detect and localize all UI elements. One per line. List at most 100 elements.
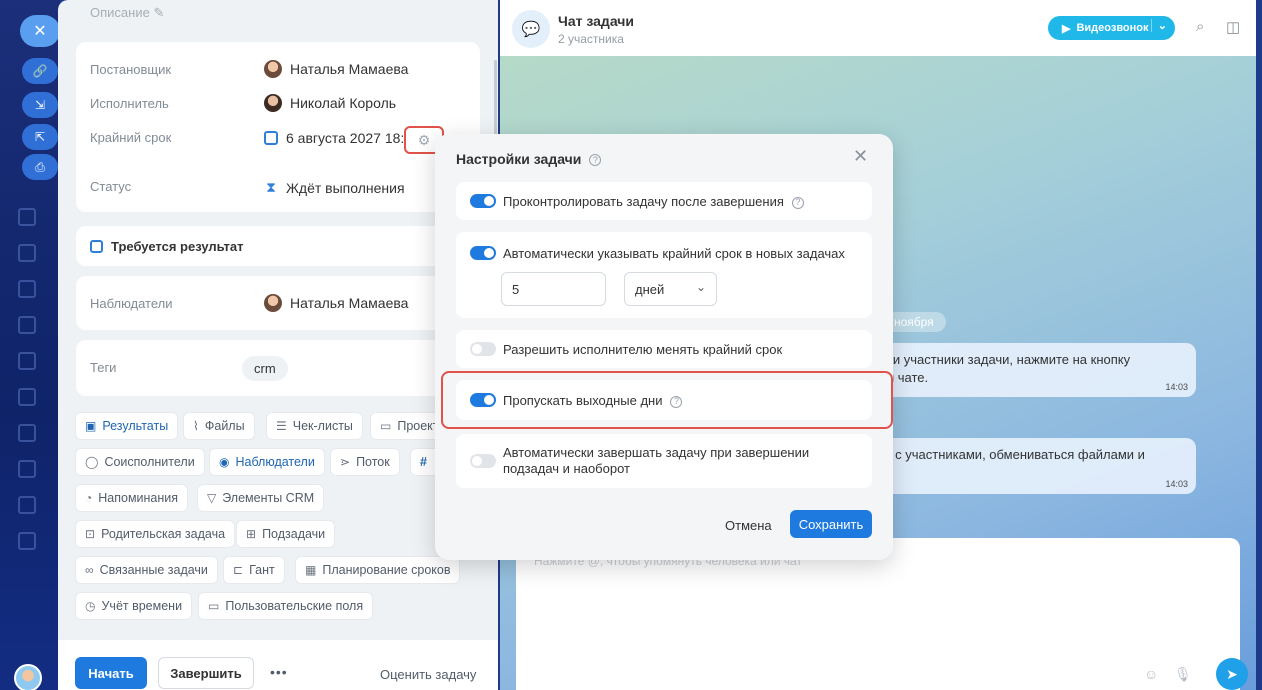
chat-message: ся с участниками, обмениваться файлами и…	[864, 438, 1196, 494]
chip-time-tracking[interactable]: ◷ Учёт времени	[75, 592, 193, 620]
calendar-icon	[264, 131, 278, 145]
tags-label: Теги	[90, 360, 117, 375]
chevron-down-icon[interactable]: ⌄	[1150, 19, 1167, 32]
chip-reminders[interactable]: ◔ Напоминания	[75, 484, 189, 512]
parent-task-icon: ⊡	[85, 527, 96, 541]
hourglass-icon: ⧗	[266, 179, 276, 195]
tags-card: Теги crm	[76, 340, 480, 396]
observer-value[interactable]: Наталья Мамаева	[264, 294, 408, 312]
avatar	[264, 60, 282, 78]
marketing-icon[interactable]	[18, 424, 36, 442]
assignee-value[interactable]: Николай Король	[264, 94, 396, 112]
chevron-down-icon: ⌄	[695, 280, 706, 294]
rate-task-link[interactable]: Оценить задачу	[380, 667, 476, 682]
chip-observers[interactable]: ◉ Наблюдатели	[209, 448, 325, 476]
edit-icon[interactable]	[18, 280, 36, 298]
result-required-card[interactable]: Требуется результат	[76, 226, 480, 266]
send-button[interactable]: ➤	[1216, 658, 1248, 690]
chip-crm[interactable]: ▽ Элементы CRM	[197, 484, 325, 512]
task-footer: Начать Завершить ••• Оценить задачу	[58, 640, 498, 690]
result-required-label: Требуется результат	[111, 238, 244, 254]
contacts-icon[interactable]	[18, 496, 36, 514]
tasks-icon[interactable]	[18, 208, 36, 226]
avatar	[264, 94, 282, 112]
sidebar-toggle-icon[interactable]: ◫	[1226, 18, 1240, 36]
microphone-icon[interactable]: 🎙	[1174, 666, 1192, 683]
mail-icon[interactable]	[18, 244, 36, 262]
flow-icon: ⋗	[340, 455, 351, 469]
planning-icon: ▦	[305, 563, 317, 577]
result-icon	[90, 239, 103, 253]
chip-flow[interactable]: ⋗ Поток	[330, 448, 400, 476]
docs-icon[interactable]	[18, 388, 36, 406]
deadline-amount-input[interactable]: 5	[501, 272, 606, 306]
chip-checklists[interactable]: ☰ Чек-листы	[266, 412, 363, 440]
chat-message: или участники задачи, нажмите на кнопку …	[864, 343, 1196, 397]
fields-icon: ▭	[208, 599, 220, 613]
help-icon[interactable]: ?	[791, 196, 804, 209]
deadline-unit-select[interactable]: дней ⌄	[624, 272, 717, 306]
option-control-after-finish: Проконтролировать задачу после завершени…	[456, 182, 872, 220]
description-label[interactable]: Описание ✎	[90, 5, 164, 21]
emoji-icon[interactable]: ☺	[1144, 666, 1158, 682]
cancel-button[interactable]: Отмена	[725, 518, 772, 533]
toggle-switch[interactable]	[470, 342, 496, 356]
task-panel: Описание ✎ Постановщик Наталья Мамаева И…	[58, 0, 498, 690]
chip-planning[interactable]: ▦ Планирование сроков	[295, 556, 461, 584]
message-composer[interactable]: Нажмите @, чтобы упомянуть человека или …	[516, 538, 1248, 690]
chip-files[interactable]: ⌇ Файлы	[183, 412, 255, 440]
search-icon[interactable]: ⌕	[1196, 18, 1204, 35]
toggle-switch[interactable]	[470, 194, 496, 208]
toggle-switch[interactable]	[470, 246, 496, 260]
highlight-frame	[441, 371, 893, 429]
avatar[interactable]	[14, 664, 42, 690]
save-button[interactable]: Сохранить	[790, 510, 872, 538]
toggle-switch[interactable]	[470, 454, 496, 468]
video-icon: ▶	[1062, 22, 1071, 35]
download-icon[interactable]: ⇲	[22, 92, 58, 118]
list-icon[interactable]	[18, 352, 36, 370]
send-icon: ➤	[1226, 665, 1238, 682]
app-sidebar: ✕ 🔗 ⇲ ⇱ ⎙	[0, 0, 60, 690]
more-button[interactable]: •••	[270, 664, 288, 680]
automation-icon[interactable]	[18, 532, 36, 550]
chip-subtasks[interactable]: ⊞ Подзадачи	[236, 520, 336, 548]
stopwatch-icon: ◷	[85, 599, 96, 613]
print-icon[interactable]: ⎙	[22, 154, 58, 180]
finish-button[interactable]: Завершить	[158, 657, 254, 689]
deadline-value[interactable]: 6 августа 2027 18:00	[264, 130, 420, 146]
observers-label: Наблюдатели	[90, 296, 173, 311]
creator-value[interactable]: Наталья Мамаева	[264, 60, 408, 78]
chip-parent-task[interactable]: ⊡ Родительская задача	[75, 520, 236, 548]
status-label: Статус	[90, 179, 132, 194]
gantt-icon: ⊏	[233, 563, 244, 577]
open-external-icon[interactable]: ⇱	[22, 124, 58, 150]
chip-coexecutors[interactable]: ◯ Соисполнители	[75, 448, 205, 476]
close-icon[interactable]: ✕	[853, 146, 868, 167]
eye-icon: ◉	[219, 455, 230, 469]
chip-results[interactable]: ▣ Результаты	[75, 412, 179, 440]
link-icon: ∞	[85, 563, 94, 577]
crm-icon[interactable]	[18, 316, 36, 334]
video-call-button[interactable]: ▶ Видеозвонок ⌄	[1048, 16, 1175, 40]
option-auto-complete: Автоматически завершать задачу при завер…	[456, 434, 872, 488]
tag-pill[interactable]: crm	[242, 356, 288, 381]
modal-title: Настройки задачи?	[456, 151, 602, 167]
chip-gantt[interactable]: ⊏ Гант	[223, 556, 285, 584]
link-icon[interactable]: 🔗	[22, 58, 58, 84]
creator-label: Постановщик	[90, 62, 172, 77]
close-icon[interactable]: ✕	[20, 15, 60, 47]
paperclip-icon: ⌇	[193, 419, 199, 433]
chat-icon: 💬	[512, 10, 550, 48]
chip-linked-tasks[interactable]: ∞ Связанные задачи	[75, 556, 218, 584]
chat-title: Чат задачи	[558, 13, 634, 29]
help-icon[interactable]: ?	[589, 154, 602, 166]
deadline-label: Крайний срок	[90, 130, 172, 145]
calendar-icon[interactable]	[18, 460, 36, 478]
folder-icon: ▭	[380, 419, 392, 433]
user-icon: ◯	[85, 455, 99, 469]
edit-icon[interactable]: ✎	[153, 5, 164, 20]
task-settings-modal: Настройки задачи? ✕ Проконтролировать за…	[435, 134, 893, 560]
chip-custom-fields[interactable]: ▭ Пользовательские поля	[198, 592, 374, 620]
start-button[interactable]: Начать	[75, 657, 147, 689]
